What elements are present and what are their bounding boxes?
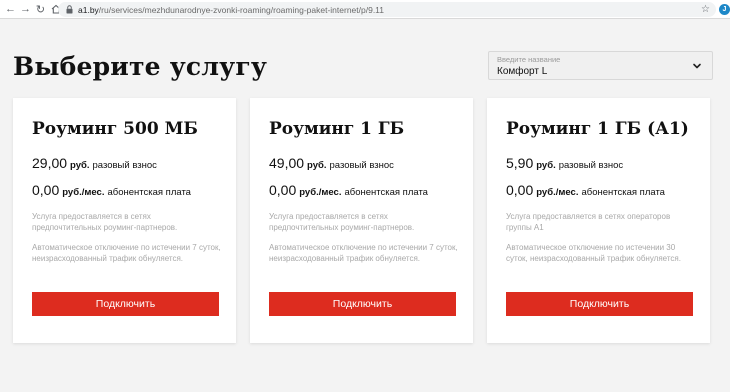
- chevron-down-icon: [693, 63, 701, 69]
- connect-button[interactable]: Подключить: [32, 292, 219, 316]
- card-note-expiry: Автоматическое отключение по истечении 7…: [269, 243, 458, 263]
- connect-button[interactable]: Подключить: [506, 292, 693, 316]
- tariff-card: Роуминг 500 МБ 29,00 руб. разовый взнос 0,…: [13, 98, 236, 343]
- card-title: Роуминг 500 МБ: [32, 119, 198, 139]
- profile-avatar[interactable]: J: [719, 4, 730, 15]
- url-text: a1.by/ru/services/mezhdunarodnye-zvonki-…: [78, 4, 384, 15]
- card-title: Роуминг 1 ГБ (А1): [506, 119, 689, 139]
- back-arrow-icon[interactable]: ←: [3, 0, 18, 19]
- card-note-coverage: Услуга предоставляется в сетях операторо…: [506, 212, 671, 232]
- browser-toolbar: ← → ↻ a1.by/ru/services/mezhdunarodnye-z…: [0, 0, 730, 19]
- page-title: Выберите услугу: [13, 52, 268, 81]
- tariff-card: Роуминг 1 ГБ 49,00 руб. разовый взнос 0,00…: [250, 98, 473, 343]
- card-note-coverage: Услуга предоставляется в сетях предпочти…: [269, 212, 415, 232]
- card-note-expiry: Автоматическое отключение по истечении 7…: [32, 243, 221, 263]
- service-select-value: Комфорт L: [497, 66, 548, 77]
- card-note-expiry: Автоматическое отключение по истечении 3…: [506, 243, 681, 263]
- monthly-fee: 0,00 руб./мес. абонентская плата: [32, 182, 191, 198]
- one-time-fee: 49,00 руб. разовый взнос: [269, 155, 394, 171]
- service-select[interactable]: Введите название Комфорт L: [488, 51, 713, 80]
- bookmark-star-icon[interactable]: ☆: [701, 2, 710, 17]
- card-title: Роуминг 1 ГБ: [269, 119, 405, 139]
- service-select-label: Введите название: [497, 55, 561, 64]
- connect-button[interactable]: Подключить: [269, 292, 456, 316]
- monthly-fee: 0,00 руб./мес. абонентская плата: [269, 182, 428, 198]
- forward-arrow-icon[interactable]: →: [18, 0, 33, 19]
- address-bar[interactable]: a1.by/ru/services/mezhdunarodnye-zvonki-…: [58, 2, 716, 17]
- reload-icon[interactable]: ↻: [33, 0, 48, 19]
- lock-icon: [62, 5, 76, 14]
- monthly-fee: 0,00 руб./мес. абонентская плата: [506, 182, 665, 198]
- card-note-coverage: Услуга предоставляется в сетях предпочти…: [32, 212, 178, 232]
- tariff-card: Роуминг 1 ГБ (А1) 5,90 руб. разовый взнос …: [487, 98, 710, 343]
- one-time-fee: 29,00 руб. разовый взнос: [32, 155, 157, 171]
- one-time-fee: 5,90 руб. разовый взнос: [506, 155, 624, 171]
